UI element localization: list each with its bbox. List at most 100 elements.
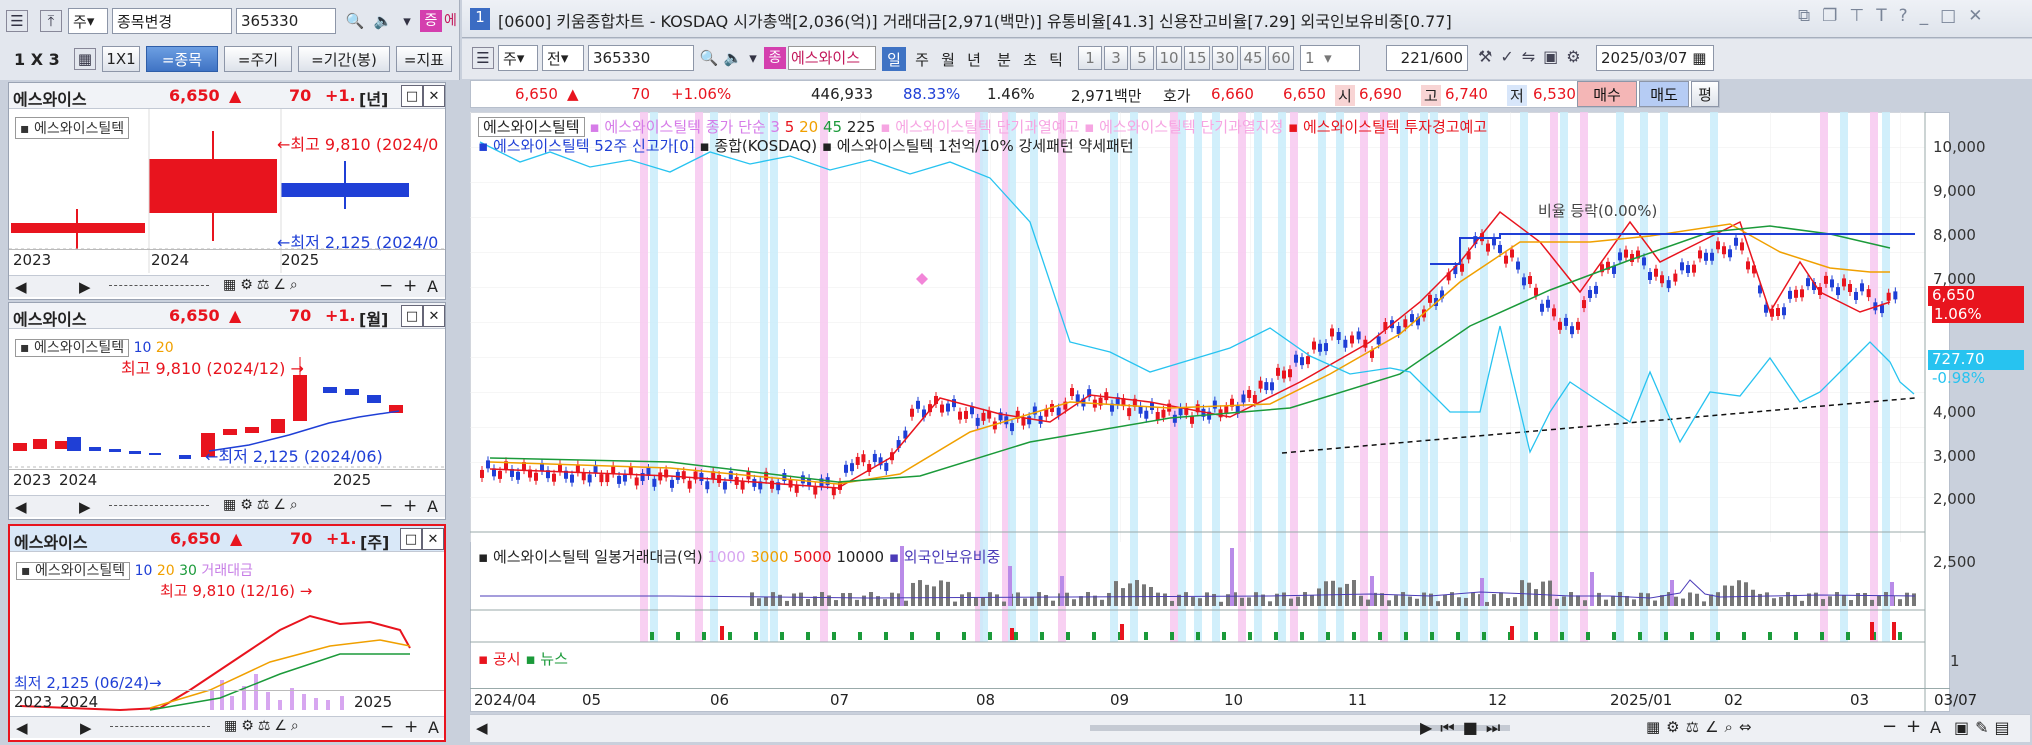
maximize-icon[interactable]: □ <box>401 85 423 107</box>
interval-60-button[interactable]: 60 <box>1268 46 1294 70</box>
scroll-left-icon[interactable]: ◀ <box>476 719 488 737</box>
period-year-tab[interactable]: 년 <box>962 47 986 71</box>
type-select[interactable]: 주 ▾ <box>68 8 108 34</box>
period-minute-tab[interactable]: 분 <box>992 47 1016 71</box>
period-day-tab[interactable]: 일 <box>882 47 906 71</box>
maximize-icon[interactable]: □ <box>1940 6 1968 26</box>
scroll-thumb[interactable] <box>109 285 209 289</box>
main-scrollbar[interactable]: ◀ ▶⏮■⏭ ▦⚙⚖∠⌕⇔ − + A ▣✎▤ <box>470 714 2030 742</box>
close-icon[interactable]: ✕ <box>1968 6 1994 26</box>
interval-5-button[interactable]: 5 <box>1130 46 1154 70</box>
interval-15-button[interactable]: 15 <box>1184 46 1210 70</box>
layout-icon[interactable]: ⧉ <box>1798 6 1822 26</box>
period-second-tab[interactable]: 초 <box>1018 47 1042 71</box>
candle-body <box>1794 289 1798 298</box>
speaker-icon[interactable]: 🔈 <box>722 47 744 69</box>
search-icon[interactable]: 🔍 <box>344 10 366 32</box>
interval-10-button[interactable]: 10 <box>1156 46 1182 70</box>
search-icon[interactable]: 🔍 <box>698 47 720 69</box>
scroll-thumb[interactable] <box>109 505 209 509</box>
candle-body <box>1880 305 1884 314</box>
scroll-left-icon[interactable]: ◀ <box>15 278 27 296</box>
panel-scrollbar[interactable]: ◀ ▶ ▦⚙⚖∠⌕ − + A <box>9 275 445 297</box>
dropdown-icon[interactable]: ▾ <box>742 47 764 69</box>
scroll-right-icon[interactable]: ▶ <box>79 498 91 516</box>
date-input[interactable]: 2025/03/07 ▦ <box>1596 45 1714 71</box>
panel-period[interactable]: [월] <box>359 306 388 330</box>
chart-tool-icons[interactable]: ⚒✓⇋▣⚙ <box>1478 47 1589 66</box>
maximize-icon[interactable]: □ <box>400 528 422 550</box>
sell-button[interactable]: 매도 <box>1639 81 1689 107</box>
zoom-out-icon[interactable]: − <box>379 496 393 516</box>
highlight-band <box>1420 112 1428 642</box>
candle-body <box>1630 253 1634 262</box>
zoom-out-icon[interactable]: − <box>379 276 393 296</box>
panel-period[interactable]: [년] <box>359 86 388 110</box>
count-select[interactable]: 1 ▾ <box>1300 45 1360 71</box>
by-range-button[interactable]: =기간(봉) <box>298 46 390 72</box>
close-icon[interactable]: ✕ <box>423 85 445 107</box>
pin-icon[interactable]: ⊤ <box>1849 6 1876 26</box>
chart-tools-icon[interactable]: ▦⚙⚖∠⌕ <box>223 277 302 293</box>
speaker-icon[interactable]: 🔈 <box>372 10 394 32</box>
period-month-tab[interactable]: 월 <box>936 47 960 71</box>
period-tick-tab[interactable]: 틱 <box>1044 47 1068 71</box>
pin-icon[interactable]: ⤒ <box>40 10 62 32</box>
menu-icon[interactable]: ☰ <box>6 10 28 32</box>
left-code-input[interactable]: 365330 <box>236 8 336 34</box>
scroll-right-icon[interactable]: ▶ <box>79 278 91 296</box>
calendar-icon[interactable]: ▦ <box>1692 49 1706 67</box>
copy-icon[interactable]: ❐ <box>1822 6 1849 26</box>
font-icon[interactable]: T <box>1876 6 1898 26</box>
help-icon[interactable]: ? <box>1899 6 1920 26</box>
grid-icon[interactable]: ▦ <box>74 48 96 70</box>
close-icon[interactable]: ✕ <box>423 305 445 327</box>
zoom-in-icon[interactable]: + <box>404 717 418 737</box>
scroll-right-icon[interactable]: ▶ <box>80 719 92 737</box>
layout-icons[interactable]: ▣✎▤ <box>1954 718 2016 737</box>
close-icon[interactable]: ✕ <box>422 528 444 550</box>
panel-scrollbar[interactable]: ◀ ▶ ▦⚙⚖∠⌕ − + A <box>9 495 445 517</box>
zoom-in-icon[interactable]: + <box>403 276 417 296</box>
minimize-icon[interactable]: _ <box>1920 6 1941 26</box>
dropdown-icon[interactable]: ▾ <box>396 10 418 32</box>
zoom-out-icon[interactable]: − <box>1882 716 1897 737</box>
chart-tools-icon[interactable]: ▦⚙⚖∠⌕ <box>223 497 302 513</box>
period-week-tab[interactable]: 주 <box>910 47 934 71</box>
chart-tools-icon[interactable]: ▦⚙⚖∠⌕⇔ <box>1646 718 1757 736</box>
playback-controls[interactable]: ▶⏮■⏭ <box>1420 718 1508 738</box>
text-tool-icon[interactable]: A <box>428 718 439 737</box>
code-input[interactable]: 365330 <box>588 45 694 71</box>
interval-45-button[interactable]: 45 <box>1240 46 1266 70</box>
zoom-out-icon[interactable]: − <box>380 717 394 737</box>
interval-30-button[interactable]: 30 <box>1212 46 1238 70</box>
view-1x3-button[interactable]: 1 X 3 <box>14 50 60 69</box>
prev-select[interactable]: 전 ▾ <box>542 45 584 71</box>
text-tool-icon[interactable]: A <box>427 277 438 296</box>
by-period-button[interactable]: =주기 <box>224 46 292 72</box>
save-icon[interactable]: ▣ <box>1543 47 1566 66</box>
one-by-one-button[interactable]: 1X1 <box>102 46 140 72</box>
scroll-thumb[interactable] <box>110 726 210 730</box>
maximize-icon[interactable]: □ <box>401 305 423 327</box>
zoom-in-icon[interactable]: + <box>403 496 417 516</box>
scroll-left-icon[interactable]: ◀ <box>15 498 27 516</box>
interval-3-button[interactable]: 3 <box>1104 46 1128 70</box>
bars-input[interactable]: 221/600 <box>1386 45 1468 71</box>
scroll-left-icon[interactable]: ◀ <box>16 719 28 737</box>
flat-button[interactable]: 평 <box>1691 81 1719 107</box>
menu-icon[interactable]: ☰ <box>472 47 494 69</box>
text-tool-icon[interactable]: A <box>1930 718 1941 737</box>
stock-change-select[interactable]: 종목변경 <box>112 8 232 34</box>
zoom-in-icon[interactable]: + <box>1906 716 1921 737</box>
by-stock-button[interactable]: =종목 <box>146 46 218 72</box>
interval-1-button[interactable]: 1 <box>1078 46 1102 70</box>
settings-icon[interactable]: ⚙ <box>1566 47 1588 66</box>
volume-spike <box>1060 576 1064 606</box>
panel-scrollbar[interactable]: ◀ ▶ ▦⚙⚖∠⌕ − + A <box>10 716 444 738</box>
type-select[interactable]: 주 ▾ <box>498 45 538 71</box>
by-indicator-button[interactable]: =지표 <box>396 46 452 72</box>
chart-tools-icon[interactable]: ▦⚙⚖∠⌕ <box>224 718 303 734</box>
text-tool-icon[interactable]: A <box>427 497 438 516</box>
buy-button[interactable]: 매수 <box>1577 81 1637 107</box>
